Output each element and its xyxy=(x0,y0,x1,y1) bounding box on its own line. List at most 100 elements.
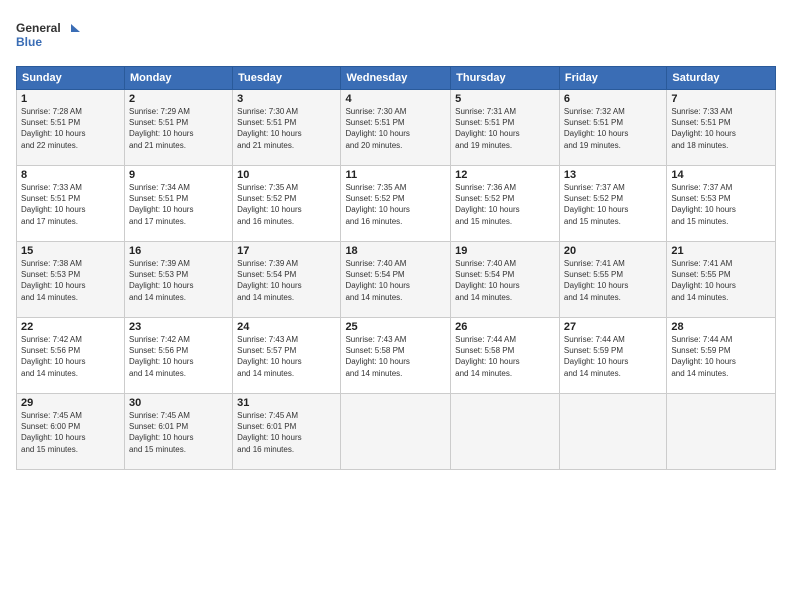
day-number: 6 xyxy=(564,93,662,105)
day-info: Sunrise: 7:35 AM Sunset: 5:52 PM Dayligh… xyxy=(237,182,336,227)
column-header-tuesday: Tuesday xyxy=(233,67,341,90)
calendar-cell: 5Sunrise: 7:31 AM Sunset: 5:51 PM Daylig… xyxy=(451,90,560,166)
calendar-table: SundayMondayTuesdayWednesdayThursdayFrid… xyxy=(16,66,776,470)
day-number: 16 xyxy=(129,245,228,257)
day-info: Sunrise: 7:37 AM Sunset: 5:52 PM Dayligh… xyxy=(564,182,662,227)
calendar-cell: 29Sunrise: 7:45 AM Sunset: 6:00 PM Dayli… xyxy=(17,394,125,470)
calendar-cell: 25Sunrise: 7:43 AM Sunset: 5:58 PM Dayli… xyxy=(341,318,451,394)
day-info: Sunrise: 7:35 AM Sunset: 5:52 PM Dayligh… xyxy=(345,182,446,227)
day-info: Sunrise: 7:36 AM Sunset: 5:52 PM Dayligh… xyxy=(455,182,555,227)
day-number: 3 xyxy=(237,93,336,105)
day-info: Sunrise: 7:44 AM Sunset: 5:59 PM Dayligh… xyxy=(671,334,771,379)
day-number: 21 xyxy=(671,245,771,257)
calendar-cell: 27Sunrise: 7:44 AM Sunset: 5:59 PM Dayli… xyxy=(559,318,666,394)
day-info: Sunrise: 7:45 AM Sunset: 6:01 PM Dayligh… xyxy=(129,410,228,455)
day-number: 30 xyxy=(129,397,228,409)
day-info: Sunrise: 7:30 AM Sunset: 5:51 PM Dayligh… xyxy=(237,106,336,151)
day-number: 15 xyxy=(21,245,120,257)
day-number: 1 xyxy=(21,93,120,105)
svg-text:Blue: Blue xyxy=(16,35,42,49)
day-info: Sunrise: 7:32 AM Sunset: 5:51 PM Dayligh… xyxy=(564,106,662,151)
day-number: 28 xyxy=(671,321,771,333)
calendar-cell: 18Sunrise: 7:40 AM Sunset: 5:54 PM Dayli… xyxy=(341,242,451,318)
day-info: Sunrise: 7:40 AM Sunset: 5:54 PM Dayligh… xyxy=(345,258,446,303)
calendar-cell: 23Sunrise: 7:42 AM Sunset: 5:56 PM Dayli… xyxy=(124,318,232,394)
day-info: Sunrise: 7:28 AM Sunset: 5:51 PM Dayligh… xyxy=(21,106,120,151)
logo: General Blue xyxy=(16,16,86,56)
calendar-cell: 28Sunrise: 7:44 AM Sunset: 5:59 PM Dayli… xyxy=(667,318,776,394)
column-header-thursday: Thursday xyxy=(451,67,560,90)
day-number: 22 xyxy=(21,321,120,333)
day-number: 8 xyxy=(21,169,120,181)
calendar-cell xyxy=(341,394,451,470)
day-number: 9 xyxy=(129,169,228,181)
calendar-cell: 21Sunrise: 7:41 AM Sunset: 5:55 PM Dayli… xyxy=(667,242,776,318)
logo-icon: General Blue xyxy=(16,16,86,56)
day-info: Sunrise: 7:31 AM Sunset: 5:51 PM Dayligh… xyxy=(455,106,555,151)
calendar-cell xyxy=(667,394,776,470)
calendar-page: General Blue SundayMondayTuesdayWednesda… xyxy=(0,0,792,612)
day-number: 17 xyxy=(237,245,336,257)
calendar-cell: 1Sunrise: 7:28 AM Sunset: 5:51 PM Daylig… xyxy=(17,90,125,166)
calendar-cell: 26Sunrise: 7:44 AM Sunset: 5:58 PM Dayli… xyxy=(451,318,560,394)
day-info: Sunrise: 7:39 AM Sunset: 5:54 PM Dayligh… xyxy=(237,258,336,303)
day-number: 27 xyxy=(564,321,662,333)
day-number: 12 xyxy=(455,169,555,181)
day-number: 24 xyxy=(237,321,336,333)
day-number: 4 xyxy=(345,93,446,105)
day-info: Sunrise: 7:41 AM Sunset: 5:55 PM Dayligh… xyxy=(671,258,771,303)
calendar-cell: 24Sunrise: 7:43 AM Sunset: 5:57 PM Dayli… xyxy=(233,318,341,394)
calendar-cell: 20Sunrise: 7:41 AM Sunset: 5:55 PM Dayli… xyxy=(559,242,666,318)
calendar-cell: 15Sunrise: 7:38 AM Sunset: 5:53 PM Dayli… xyxy=(17,242,125,318)
day-info: Sunrise: 7:29 AM Sunset: 5:51 PM Dayligh… xyxy=(129,106,228,151)
calendar-cell xyxy=(451,394,560,470)
day-info: Sunrise: 7:38 AM Sunset: 5:53 PM Dayligh… xyxy=(21,258,120,303)
day-number: 20 xyxy=(564,245,662,257)
day-info: Sunrise: 7:43 AM Sunset: 5:58 PM Dayligh… xyxy=(345,334,446,379)
day-info: Sunrise: 7:44 AM Sunset: 5:58 PM Dayligh… xyxy=(455,334,555,379)
page-header: General Blue xyxy=(16,16,776,56)
day-number: 2 xyxy=(129,93,228,105)
calendar-cell: 22Sunrise: 7:42 AM Sunset: 5:56 PM Dayli… xyxy=(17,318,125,394)
day-number: 18 xyxy=(345,245,446,257)
calendar-cell: 11Sunrise: 7:35 AM Sunset: 5:52 PM Dayli… xyxy=(341,166,451,242)
column-header-wednesday: Wednesday xyxy=(341,67,451,90)
column-header-saturday: Saturday xyxy=(667,67,776,90)
day-info: Sunrise: 7:42 AM Sunset: 5:56 PM Dayligh… xyxy=(129,334,228,379)
day-info: Sunrise: 7:45 AM Sunset: 6:00 PM Dayligh… xyxy=(21,410,120,455)
day-info: Sunrise: 7:33 AM Sunset: 5:51 PM Dayligh… xyxy=(21,182,120,227)
calendar-cell: 17Sunrise: 7:39 AM Sunset: 5:54 PM Dayli… xyxy=(233,242,341,318)
calendar-cell: 8Sunrise: 7:33 AM Sunset: 5:51 PM Daylig… xyxy=(17,166,125,242)
day-info: Sunrise: 7:41 AM Sunset: 5:55 PM Dayligh… xyxy=(564,258,662,303)
day-number: 5 xyxy=(455,93,555,105)
day-info: Sunrise: 7:30 AM Sunset: 5:51 PM Dayligh… xyxy=(345,106,446,151)
calendar-cell: 19Sunrise: 7:40 AM Sunset: 5:54 PM Dayli… xyxy=(451,242,560,318)
calendar-cell: 3Sunrise: 7:30 AM Sunset: 5:51 PM Daylig… xyxy=(233,90,341,166)
day-info: Sunrise: 7:44 AM Sunset: 5:59 PM Dayligh… xyxy=(564,334,662,379)
day-number: 14 xyxy=(671,169,771,181)
calendar-cell: 12Sunrise: 7:36 AM Sunset: 5:52 PM Dayli… xyxy=(451,166,560,242)
calendar-cell: 31Sunrise: 7:45 AM Sunset: 6:01 PM Dayli… xyxy=(233,394,341,470)
calendar-cell: 2Sunrise: 7:29 AM Sunset: 5:51 PM Daylig… xyxy=(124,90,232,166)
day-number: 25 xyxy=(345,321,446,333)
day-info: Sunrise: 7:34 AM Sunset: 5:51 PM Dayligh… xyxy=(129,182,228,227)
day-number: 10 xyxy=(237,169,336,181)
svg-text:General: General xyxy=(16,21,61,35)
day-number: 23 xyxy=(129,321,228,333)
calendar-cell: 16Sunrise: 7:39 AM Sunset: 5:53 PM Dayli… xyxy=(124,242,232,318)
day-info: Sunrise: 7:39 AM Sunset: 5:53 PM Dayligh… xyxy=(129,258,228,303)
calendar-cell: 30Sunrise: 7:45 AM Sunset: 6:01 PM Dayli… xyxy=(124,394,232,470)
calendar-cell: 9Sunrise: 7:34 AM Sunset: 5:51 PM Daylig… xyxy=(124,166,232,242)
calendar-cell xyxy=(559,394,666,470)
day-number: 11 xyxy=(345,169,446,181)
day-info: Sunrise: 7:37 AM Sunset: 5:53 PM Dayligh… xyxy=(671,182,771,227)
column-header-friday: Friday xyxy=(559,67,666,90)
day-number: 26 xyxy=(455,321,555,333)
day-number: 7 xyxy=(671,93,771,105)
calendar-cell: 13Sunrise: 7:37 AM Sunset: 5:52 PM Dayli… xyxy=(559,166,666,242)
calendar-cell: 6Sunrise: 7:32 AM Sunset: 5:51 PM Daylig… xyxy=(559,90,666,166)
day-info: Sunrise: 7:40 AM Sunset: 5:54 PM Dayligh… xyxy=(455,258,555,303)
calendar-cell: 7Sunrise: 7:33 AM Sunset: 5:51 PM Daylig… xyxy=(667,90,776,166)
column-header-monday: Monday xyxy=(124,67,232,90)
day-number: 19 xyxy=(455,245,555,257)
